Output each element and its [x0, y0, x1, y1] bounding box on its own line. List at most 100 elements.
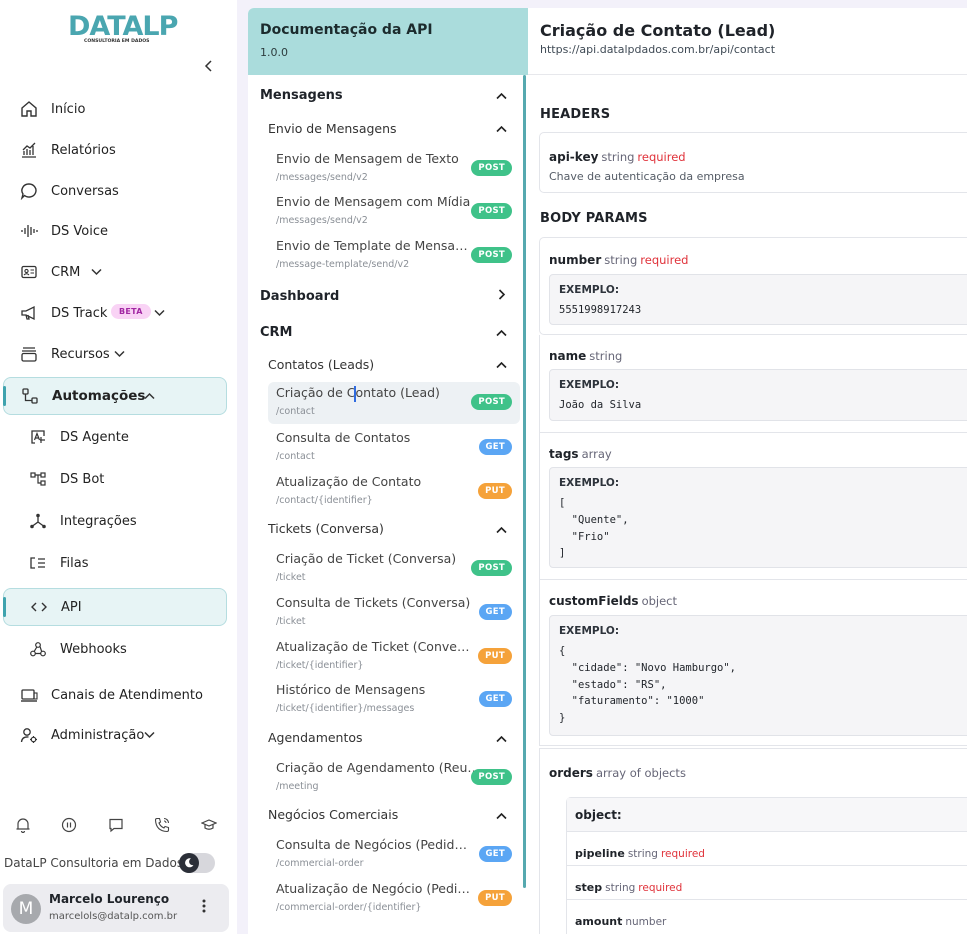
docs-scrollbar[interactable]: [523, 75, 526, 888]
orders-field-pipeline: pipeline string required: [567, 832, 967, 866]
phone-call-icon[interactable]: [151, 814, 173, 836]
megaphone-icon: [19, 303, 39, 323]
chevron-right-icon[interactable]: [498, 289, 506, 303]
more-vertical-icon[interactable]: [202, 898, 206, 918]
chevron-up-icon[interactable]: [496, 327, 507, 340]
quick-actions: [0, 814, 237, 838]
chevron-up-icon[interactable]: [496, 90, 507, 103]
endpoint-item[interactable]: Histórico de Mensagens /ticket/{identifi…: [268, 679, 520, 721]
orders-field-amount: amount number: [575, 915, 667, 928]
example-block[interactable]: EXEMPLO: 5551998917243: [549, 274, 967, 325]
subsection-tickets[interactable]: Tickets (Conversa): [268, 521, 384, 536]
subsection-agendamentos[interactable]: Agendamentos: [268, 730, 363, 745]
webhook-icon: [28, 639, 48, 659]
nav-api[interactable]: API: [3, 588, 227, 626]
chevron-up-icon[interactable]: [496, 359, 507, 372]
code-icon: [29, 597, 49, 617]
docs-title: Documentação da API: [260, 22, 433, 38]
body-params-heading: BODY PARAMS: [540, 211, 648, 226]
endpoint-item[interactable]: Envio de Template de Mensagem /message-t…: [268, 235, 520, 277]
header-param-api-key: api-key string required Chave de autentica…: [539, 132, 967, 193]
body-param-tags: tags array EXEMPLO: [ "Quente", "Frio" ]: [539, 433, 967, 580]
method-badge: POST: [471, 769, 512, 785]
method-badge: POST: [471, 394, 512, 410]
endpoint-item[interactable]: Consulta de Negócios (Pedidos Co... /com…: [268, 834, 520, 876]
chevron-up-icon[interactable]: [496, 733, 507, 746]
endpoint-item[interactable]: Envio de Mensagem com Mídia /messages/se…: [268, 191, 520, 233]
nav-ds-agente[interactable]: DS Agente: [0, 418, 237, 456]
chevron-up-icon[interactable]: [496, 524, 507, 537]
endpoint-item[interactable]: Criação de Ticket (Conversa) /ticket POS…: [268, 548, 520, 590]
section-dashboard[interactable]: Dashboard: [260, 289, 339, 304]
stack-icon: [19, 344, 39, 364]
channels-icon: [19, 685, 39, 705]
nav-inicio[interactable]: Início: [0, 90, 237, 128]
datalp-logo[interactable]: DATALP CONSULTORIA EM DADOS: [66, 11, 178, 48]
method-badge: POST: [471, 560, 512, 576]
subsection-negocios[interactable]: Negócios Comerciais: [268, 807, 398, 822]
queue-icon: [28, 553, 48, 573]
sidebar: DATALP CONSULTORIA EM DADOS Início Relat…: [0, 0, 237, 934]
avatar: M: [11, 894, 41, 924]
subsection-envio-mensagens[interactable]: Envio de Mensagens: [268, 121, 397, 136]
chevron-up-icon[interactable]: [496, 123, 507, 136]
id-card-icon: [19, 262, 39, 282]
section-mensagens[interactable]: Mensagens: [260, 88, 343, 103]
chevron-up-icon: [144, 390, 155, 403]
docs-version: 1.0.0: [260, 46, 288, 59]
nav-automacoes[interactable]: Automações: [3, 377, 227, 415]
endpoint-item[interactable]: Criação de Agendamento (Reunião) /meetin…: [268, 757, 520, 799]
graduation-cap-icon[interactable]: [198, 814, 220, 836]
example-block[interactable]: EXEMPLO: João da Silva: [549, 369, 967, 421]
user-profile-card[interactable]: M Marcelo Lourenço marcelols@datalp.com.…: [3, 884, 229, 932]
ai-agent-icon: [28, 427, 48, 447]
bot-flow-icon: [28, 469, 48, 489]
endpoint-item[interactable]: Envio de Mensagem de Texto /messages/sen…: [268, 148, 520, 190]
example-block[interactable]: EXEMPLO: [ "Quente", "Frio" ]: [549, 467, 967, 568]
collapse-sidebar-button[interactable]: [200, 59, 218, 77]
user-name: Marcelo Lourenço: [49, 892, 170, 906]
nav-ds-bot[interactable]: DS Bot: [0, 460, 237, 498]
nav-filas[interactable]: Filas: [0, 544, 237, 582]
endpoint-detail: Criação de Contato (Lead) https://api.da…: [528, 8, 967, 934]
moon-icon: [179, 853, 199, 873]
nav-integracoes[interactable]: Integrações: [0, 502, 237, 540]
organization-name: DataLP Consultoria em Dados: [4, 856, 184, 870]
endpoint-item[interactable]: Consulta de Contatos /contact GET: [268, 427, 520, 469]
nav-webhooks[interactable]: Webhooks: [0, 630, 237, 668]
pause-circle-icon[interactable]: [58, 814, 80, 836]
nav-canais-atendimento[interactable]: Canais de Atendimento: [0, 676, 237, 714]
chevron-up-icon[interactable]: [496, 810, 507, 823]
message-square-icon[interactable]: [105, 814, 127, 836]
method-badge: GET: [478, 846, 512, 862]
bell-icon[interactable]: [12, 814, 34, 836]
endpoint-item[interactable]: Consulta de Tickets (Conversa) /ticket G…: [268, 592, 520, 634]
section-crm[interactable]: CRM: [260, 325, 293, 340]
nav-recursos[interactable]: Recursos: [0, 335, 237, 373]
example-block[interactable]: EXEMPLO: { "cidade": "Novo Hamburgo", "e…: [549, 615, 967, 736]
nav-conversas[interactable]: Conversas: [0, 172, 237, 210]
endpoint-url[interactable]: https://api.datalpdados.com.br/api/conta…: [540, 43, 775, 56]
method-badge: PUT: [478, 648, 512, 664]
waveform-icon: [19, 221, 39, 241]
endpoint-item[interactable]: Atualização de Contato /contact/{identif…: [268, 471, 520, 513]
nav-crm[interactable]: CRM: [0, 253, 237, 291]
object-heading: object:: [567, 798, 967, 832]
endpoint-header: Criação de Contato (Lead) https://api.da…: [528, 8, 967, 75]
user-email: marcelols@datalp.com.br: [49, 911, 178, 922]
body-param-number: number string required EXEMPLO: 5551998917…: [539, 237, 967, 335]
method-badge: POST: [471, 247, 512, 263]
endpoint-item[interactable]: Atualização de Ticket (Conversa) /ticket…: [268, 636, 520, 678]
dark-mode-toggle[interactable]: [179, 853, 215, 873]
docs-header: Documentação da API 1.0.0: [248, 8, 528, 75]
subsection-contatos[interactable]: Contatos (Leads): [268, 357, 374, 372]
nav-ds-track[interactable]: DS Track BETA: [0, 294, 237, 332]
nav-ds-voice[interactable]: DS Voice: [0, 212, 237, 250]
nav-administracao[interactable]: Administração: [0, 716, 237, 754]
endpoint-item-active[interactable]: Criação de Contato (Lead) /contact POST: [268, 382, 520, 424]
beta-badge: BETA: [111, 304, 151, 319]
nav-relatorios[interactable]: Relatórios: [0, 131, 237, 169]
method-badge: PUT: [478, 890, 512, 906]
endpoint-item[interactable]: Atualização de Negócio (Pedido Co... /co…: [268, 878, 520, 920]
chevron-down-icon: [91, 266, 102, 279]
